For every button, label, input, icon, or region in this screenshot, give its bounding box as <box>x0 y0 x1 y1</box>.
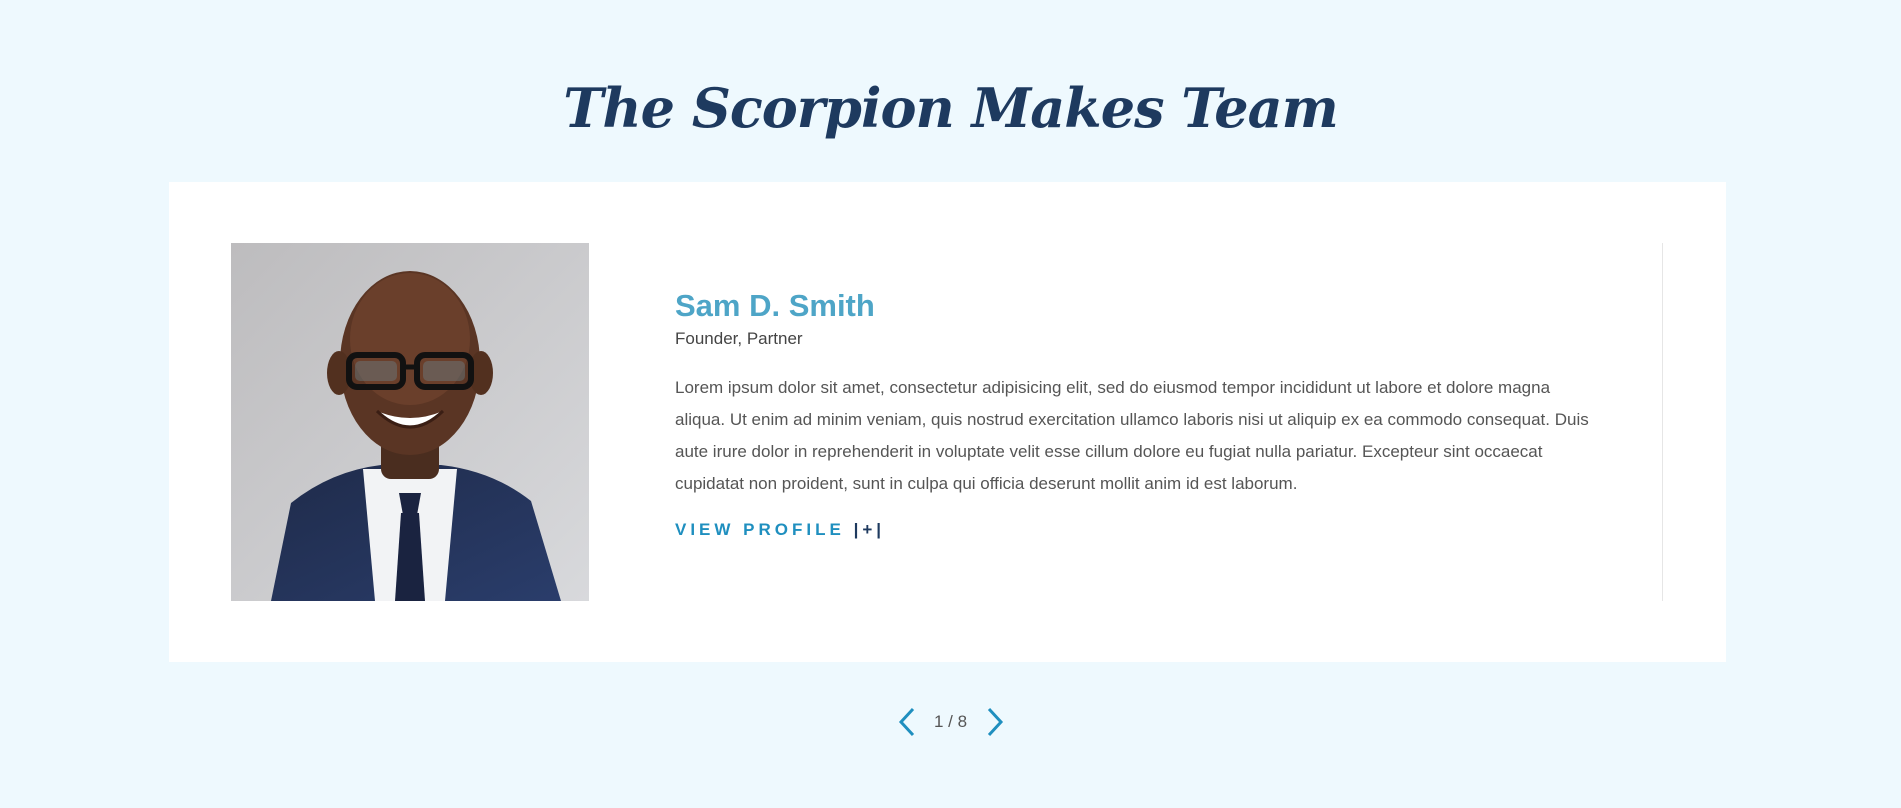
member-photo <box>231 243 589 601</box>
member-info: Sam D. Smith Founder, Partner Lorem ipsu… <box>675 287 1595 540</box>
slider-pagination: 1 / 8 <box>0 706 1901 738</box>
chevron-left-icon <box>898 707 914 737</box>
view-profile-label: VIEW PROFILE <box>675 520 845 539</box>
member-name: Sam D. Smith <box>675 288 875 323</box>
member-bio: Lorem ipsum dolor sit amet, consectetur … <box>675 378 1589 493</box>
vertical-divider <box>1662 243 1663 601</box>
view-profile-link[interactable]: VIEW PROFILE |+| <box>675 520 885 540</box>
team-member-card: Sam D. Smith Founder, Partner Lorem ipsu… <box>169 182 1726 662</box>
portrait-icon <box>231 243 589 601</box>
plus-icon: |+| <box>853 520 886 539</box>
member-role: Founder, Partner <box>675 329 803 348</box>
section-title: The Scorpion Makes Team <box>563 76 1339 140</box>
chevron-right-icon <box>987 707 1003 737</box>
next-button[interactable] <box>984 706 1006 738</box>
slide-counter: 1 / 8 <box>933 712 968 731</box>
prev-button[interactable] <box>896 706 918 738</box>
